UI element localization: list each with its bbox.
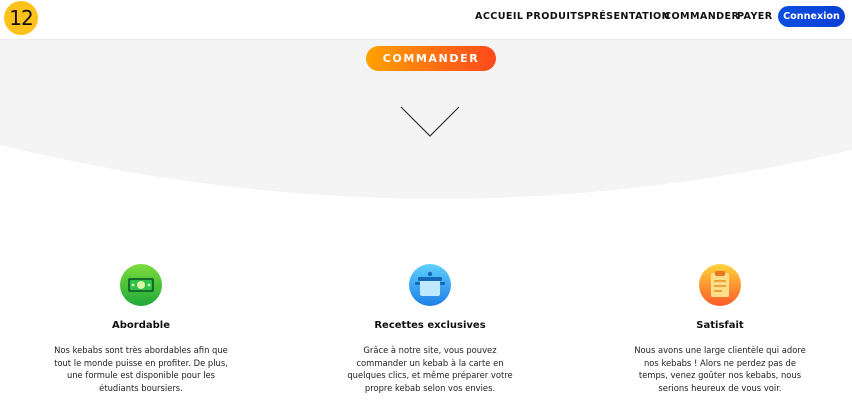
nav-produits[interactable]: PRODUITS <box>526 11 585 22</box>
chevron-down-icon[interactable] <box>400 106 462 138</box>
feature-title: Satisfait <box>696 320 744 331</box>
clipboard-icon <box>699 264 741 306</box>
nav-accueil[interactable]: ACCUEIL <box>475 11 523 22</box>
site-logo[interactable]: 12 <box>4 1 38 35</box>
site-header: 12 ACCUEIL PRODUITS PRÉSENTATION COMMAND… <box>0 0 852 40</box>
feature-description: Grâce à notre site, vous pouvez commande… <box>347 345 513 393</box>
cooking-pot-icon <box>409 264 451 306</box>
feature-abordable: Abordable Nos kebabs sont très abordable… <box>53 264 229 394</box>
nav-presentation[interactable]: PRÉSENTATION <box>584 11 670 22</box>
feature-recettes: Recettes exclusives Grâce à notre site, … <box>342 264 518 394</box>
nav-commander[interactable]: COMMANDER <box>664 11 739 22</box>
commander-cta-button[interactable]: COMMANDER <box>366 46 496 71</box>
money-icon <box>120 264 162 306</box>
feature-title: Abordable <box>112 320 170 331</box>
feature-title: Recettes exclusives <box>374 320 486 331</box>
feature-satisfait: Satisfait Nous avons une large clientèle… <box>632 264 808 394</box>
feature-description: Nous avons une large clientèle qui adore… <box>634 345 806 393</box>
nav-payer[interactable]: PAYER <box>737 11 773 22</box>
login-button[interactable]: Connexion <box>778 6 845 27</box>
feature-description: Nos kebabs sont très abordables afin que… <box>54 345 228 393</box>
